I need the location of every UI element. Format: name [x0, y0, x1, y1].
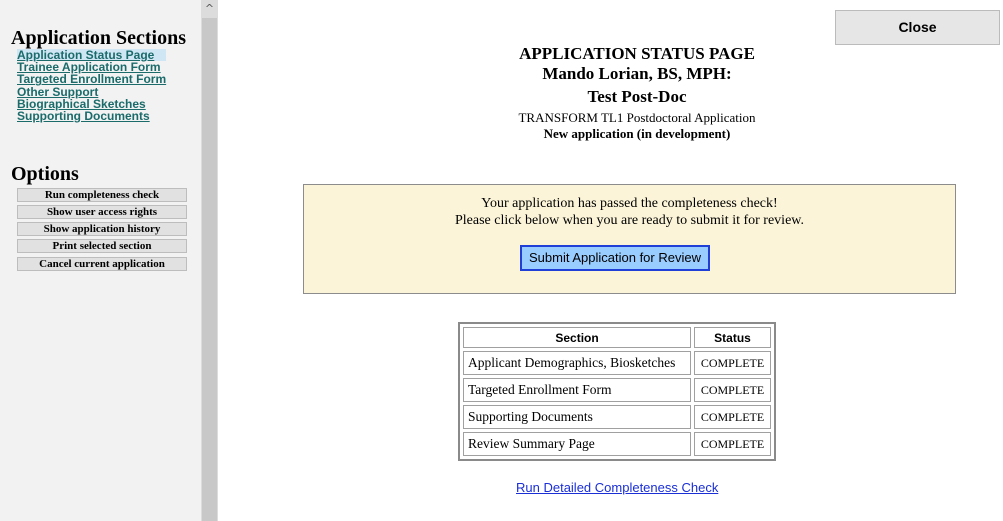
options-heading: Options [11, 163, 79, 185]
applicant-name: Mando Lorian, BS, MPH: [542, 64, 732, 83]
status-cell: COMPLETE [694, 378, 771, 402]
application-sections-list: Application Status Page Trainee Applicat… [17, 49, 167, 122]
scrollbar-thumb[interactable] [202, 18, 217, 521]
completeness-notice: Your application has passed the complete… [303, 184, 956, 294]
submit-application-button[interactable]: Submit Application for Review [520, 245, 710, 271]
status-cell: COMPLETE [694, 351, 771, 375]
section-cell: Applicant Demographics, Biosketches [463, 351, 692, 375]
section-cell: Targeted Enrollment Form [463, 378, 692, 402]
notice-line-1: Your application has passed the complete… [481, 196, 778, 211]
table-header-row: Section Status [463, 327, 771, 348]
table-row: Supporting Documents COMPLETE [463, 405, 771, 429]
show-user-access-rights-button[interactable]: Show user access rights [17, 205, 187, 219]
scroll-up-arrow-icon[interactable]: ^ [202, 2, 217, 16]
run-completeness-check-button[interactable]: Run completeness check [17, 188, 187, 202]
close-button[interactable]: Close [835, 10, 1000, 45]
section-cell: Review Summary Page [463, 432, 692, 456]
column-header-section: Section [463, 327, 692, 348]
column-header-status: Status [694, 327, 771, 348]
table-row: Review Summary Page COMPLETE [463, 432, 771, 456]
show-application-history-button[interactable]: Show application history [17, 222, 187, 236]
status-cell: COMPLETE [694, 432, 771, 456]
run-detailed-completeness-check-link[interactable]: Run Detailed Completeness Check [516, 480, 718, 495]
print-selected-section-button[interactable]: Print selected section [17, 239, 187, 253]
section-cell: Supporting Documents [463, 405, 692, 429]
sidebar-item-supporting-documents[interactable]: Supporting Documents [17, 110, 166, 122]
table-row: Applicant Demographics, Biosketches COMP… [463, 351, 771, 375]
page-title: APPLICATION STATUS PAGE [519, 44, 755, 63]
cancel-current-application-button[interactable]: Cancel current application [17, 257, 187, 271]
table-row: Targeted Enrollment Form COMPLETE [463, 378, 771, 402]
status-cell: COMPLETE [694, 405, 771, 429]
sidebar-item-targeted-enrollment-form[interactable]: Targeted Enrollment Form [17, 73, 166, 85]
application-state: New application (in development) [543, 126, 731, 141]
sidebar-item-other-support[interactable]: Other Support [17, 85, 166, 97]
section-status-table: Section Status Applicant Demographics, B… [458, 322, 776, 461]
applicant-title: Test Post-Doc [587, 87, 687, 106]
notice-line-2: Please click below when you are ready to… [455, 213, 804, 228]
program-name: TRANSFORM TL1 Postdoctoral Application [518, 110, 756, 125]
application-sections-heading: Application Sections [11, 27, 187, 49]
